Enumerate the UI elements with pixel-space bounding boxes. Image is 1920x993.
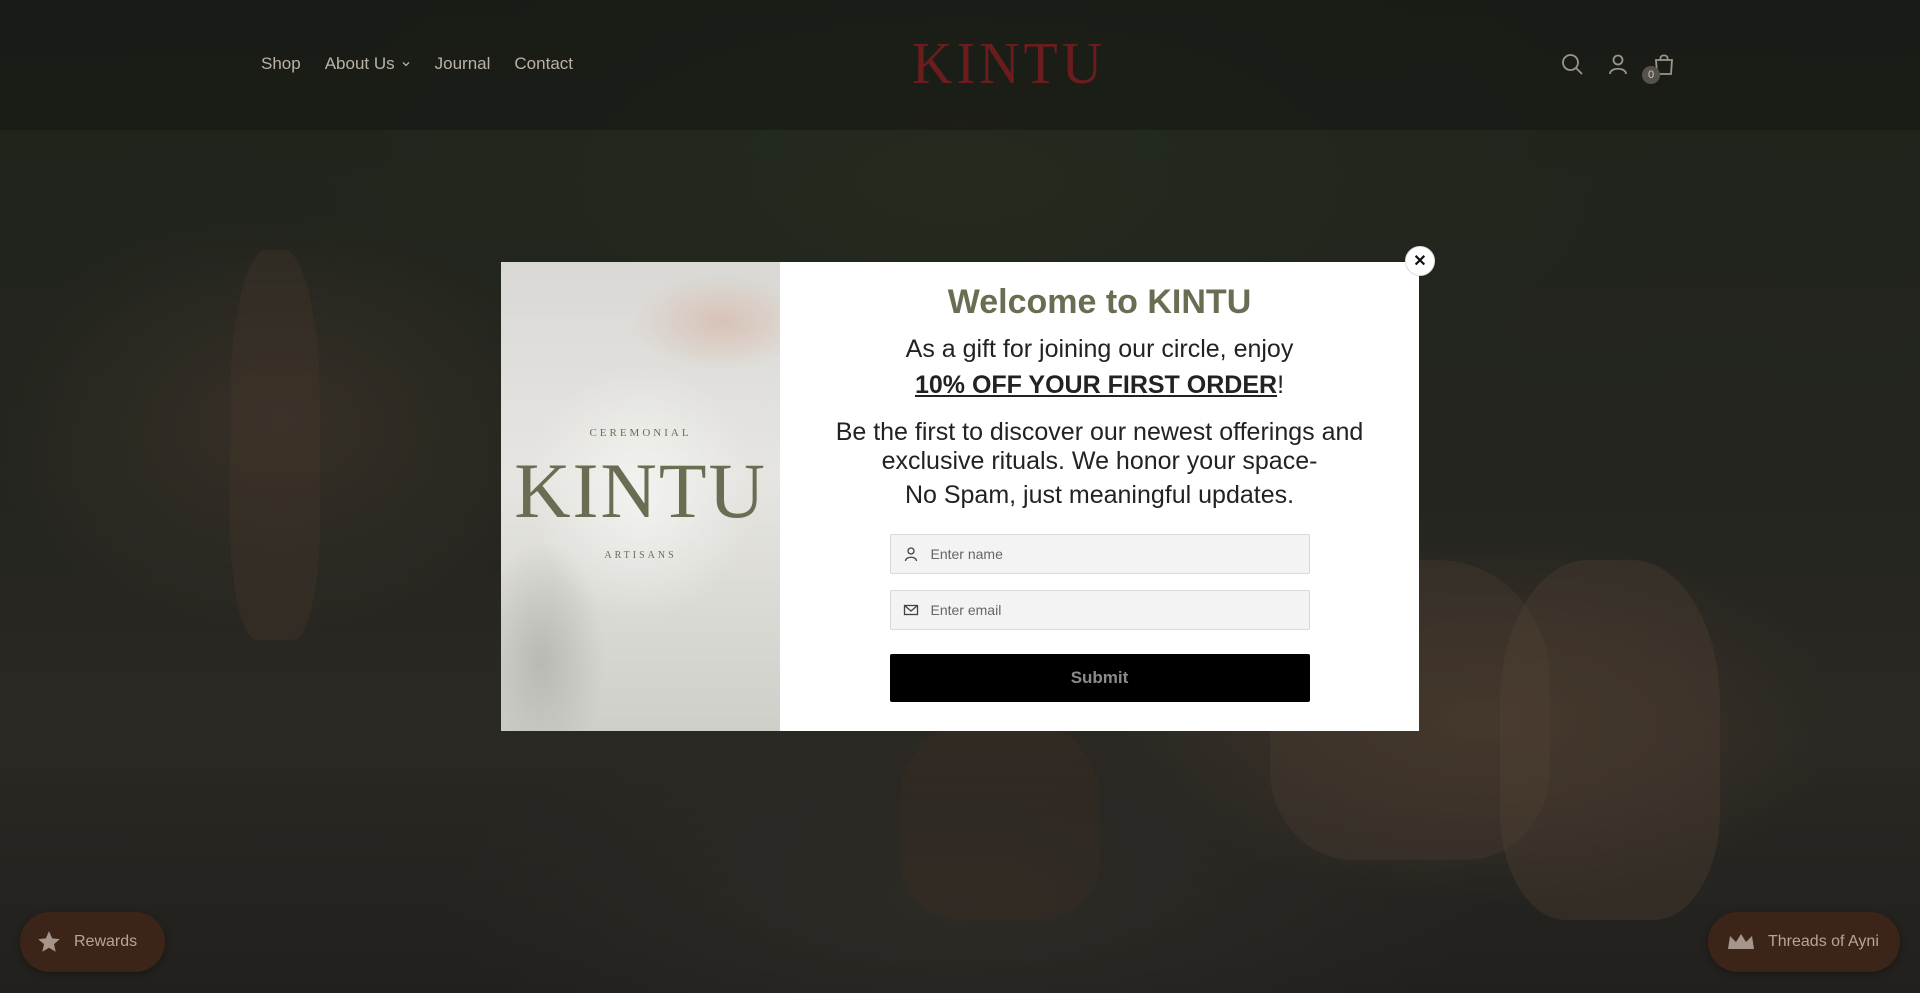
nav-shop[interactable]: Shop xyxy=(261,54,301,74)
no-spam-text: No Spam, just meaningful updates. xyxy=(904,481,1295,510)
nav-label: About Us xyxy=(324,54,395,73)
search-icon[interactable] xyxy=(1560,52,1584,76)
account-icon[interactable] xyxy=(1606,52,1630,76)
crown-icon xyxy=(1728,934,1754,949)
nav-about-us[interactable]: About Us xyxy=(325,54,411,74)
name-field[interactable] xyxy=(889,534,1310,575)
star-icon xyxy=(38,931,60,952)
cart-count-badge: 0 xyxy=(1642,66,1660,84)
nav-label: Contact xyxy=(514,54,573,73)
cart-button[interactable]: 0 xyxy=(1642,52,1676,84)
chevron-down-icon xyxy=(402,62,410,67)
nav-label: Journal xyxy=(434,54,491,73)
newsletter-popup: CEREMONIAL KINTU ARTISANS Welcome to KIN… xyxy=(501,262,1419,731)
close-popup-button[interactable]: ✕ xyxy=(1405,246,1435,276)
brand-tagline-top: CEREMONIAL xyxy=(589,427,692,439)
nav-journal[interactable]: Journal xyxy=(435,54,491,74)
submit-button[interactable]: Submit xyxy=(889,654,1310,703)
rewards-launcher[interactable]: Rewards xyxy=(20,912,165,972)
email-input[interactable] xyxy=(930,602,1291,619)
nav-contact[interactable]: Contact xyxy=(514,54,573,74)
user-icon xyxy=(904,547,917,562)
popup-brand-image: CEREMONIAL KINTU ARTISANS xyxy=(501,262,780,731)
threads-label: Threads of Ayni xyxy=(1768,933,1879,950)
header-actions: 0 xyxy=(1560,52,1676,84)
site-logo[interactable]: KINTU xyxy=(912,35,1106,94)
rewards-label: Rewards xyxy=(74,933,138,950)
threads-of-ayni-launcher[interactable]: Threads of Ayni xyxy=(1708,912,1900,972)
offer-highlight: 10% OFF YOUR FIRST ORDER xyxy=(914,371,1278,400)
nav-label: Shop xyxy=(261,54,301,73)
offer-text: 10% OFF YOUR FIRST ORDER! xyxy=(915,369,1284,402)
gift-text: As a gift for joining our circle, enjoy xyxy=(905,334,1294,363)
popup-description: Be the first to discover our newest offe… xyxy=(835,417,1364,475)
brand-tagline-bottom: ARTISANS xyxy=(604,550,677,561)
popup-title: Welcome to KINTU xyxy=(947,283,1252,321)
close-icon: ✕ xyxy=(1413,253,1427,270)
popup-content: Welcome to KINTU As a gift for joining o… xyxy=(780,262,1419,731)
offer-suffix: ! xyxy=(1277,371,1285,400)
email-field[interactable] xyxy=(889,590,1310,631)
mail-icon xyxy=(903,605,918,616)
main-nav: Shop About Us Journal Contact xyxy=(261,54,573,74)
name-input[interactable] xyxy=(930,546,1291,563)
brand-logo: KINTU xyxy=(514,447,767,534)
site-header: Shop About Us Journal Contact KINTU 0 xyxy=(0,0,1920,130)
